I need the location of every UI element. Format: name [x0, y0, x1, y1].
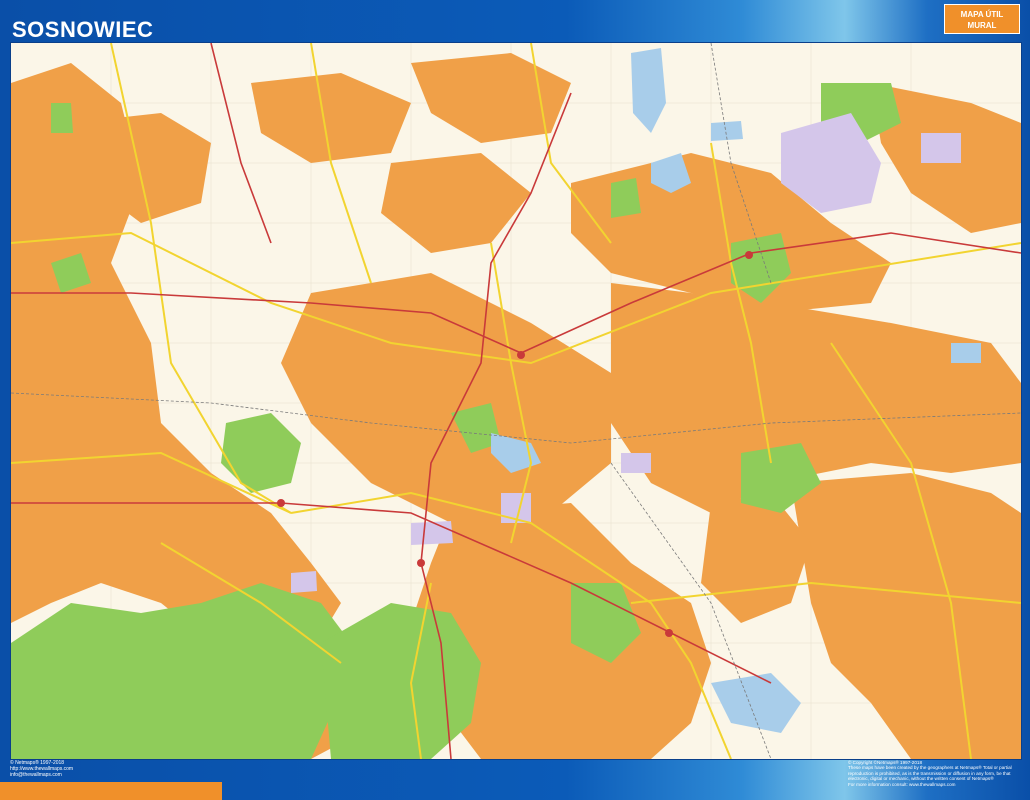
- legal-line-5: For more information consult: www.thewal…: [848, 781, 956, 787]
- industrial-south: [411, 521, 453, 545]
- junction-4: [665, 629, 673, 637]
- footer-email: info@thewallmaps.com: [10, 772, 62, 778]
- legal-line-4: electronic, digital or mechanic, without…: [848, 776, 994, 782]
- junction-2: [745, 251, 753, 259]
- map-frame: SOSNOWIEC MAPA ÚTIL MURAL © Netmaps® 199…: [0, 0, 1030, 800]
- street-map[interactable]: [10, 42, 1022, 760]
- map-canvas: [11, 43, 1021, 759]
- industrial-center-east: [621, 453, 651, 473]
- junction-1: [517, 351, 525, 359]
- map-title: SOSNOWIEC: [12, 17, 154, 42]
- junction-5: [277, 499, 285, 507]
- park-north-center: [611, 178, 641, 218]
- footer-credits: © Netmaps® 1997-2018 http://www.thewallm…: [10, 760, 73, 778]
- footer-accent-strip: [0, 782, 222, 800]
- lake-east: [951, 343, 981, 363]
- badge-line-1: MAPA ÚTIL: [960, 10, 1004, 19]
- industrial-east: [921, 133, 961, 163]
- junction-3: [417, 559, 425, 567]
- brand-badge: MAPA ÚTIL MURAL: [944, 4, 1020, 34]
- industrial-south-west: [291, 571, 317, 593]
- forest-south-west: [11, 583, 351, 759]
- park-north-west: [51, 103, 73, 133]
- footer-legal: © Copyright ©Netmaps® 1997-2018 These ma…: [848, 760, 1018, 787]
- badge-line-2: MURAL: [967, 21, 997, 30]
